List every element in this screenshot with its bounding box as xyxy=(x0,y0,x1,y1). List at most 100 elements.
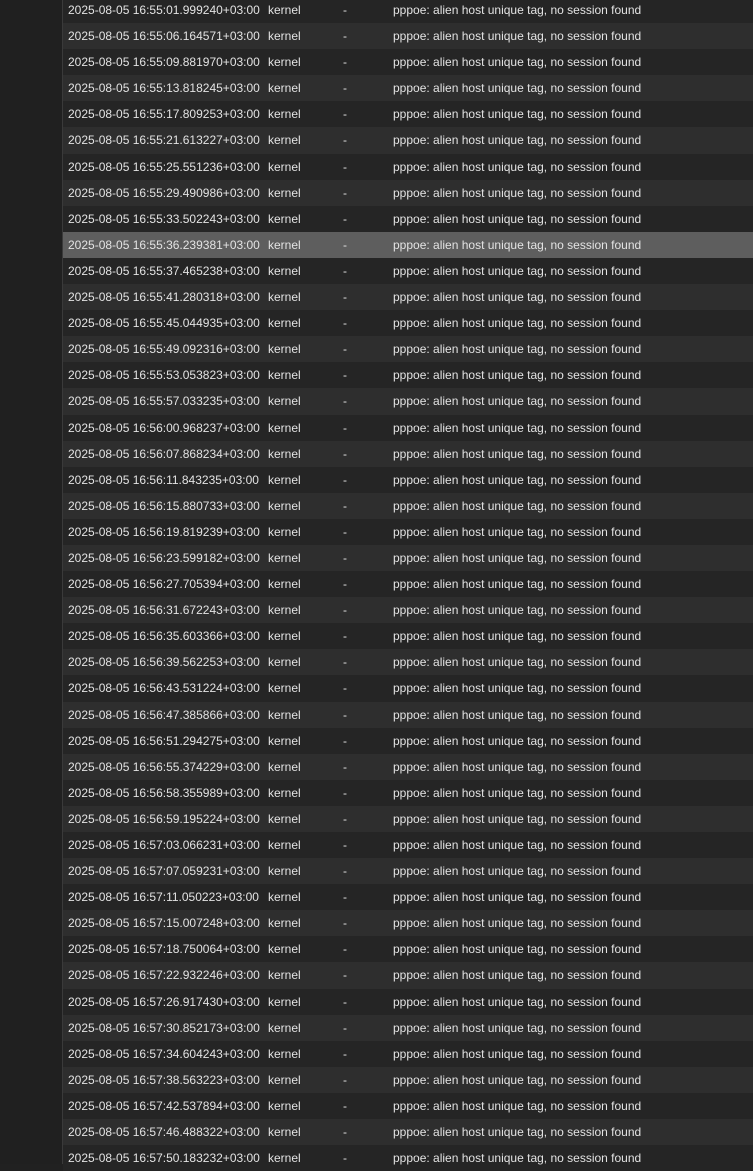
log-pid: - xyxy=(343,1020,347,1035)
log-row[interactable]: 2025-08-05 16:57:11.050223+03:00 kernel - p… xyxy=(63,884,753,911)
log-row[interactable]: 2025-08-05 16:56:35.603366+03:00 kernel - p… xyxy=(63,623,753,650)
log-row[interactable]: 2025-08-05 16:57:34.604243+03:00 kernel - p… xyxy=(63,1040,753,1067)
log-row[interactable]: 2025-08-05 16:55:45.044935+03:00 kernel - p… xyxy=(63,310,753,337)
log-row[interactable]: 2025-08-05 16:56:55.374229+03:00 kernel - p… xyxy=(63,753,753,780)
log-time: 2025-08-05 16:57:42.537894+03:00 xyxy=(68,1098,260,1113)
log-time: 2025-08-05 16:55:09.881970+03:00 xyxy=(68,55,260,70)
log-row[interactable]: 2025-08-05 16:56:31.672243+03:00 kernel - p… xyxy=(63,597,753,624)
log-message: pppoe: alien host unique tag, no session… xyxy=(393,838,642,852)
log-process: kernel xyxy=(268,603,301,618)
log-process: kernel xyxy=(268,290,301,305)
log-row[interactable]: 2025-08-05 16:56:47.385866+03:00 kernel - p… xyxy=(63,701,753,728)
log-pid: - xyxy=(343,916,347,931)
log-row[interactable]: 2025-08-05 16:57:42.537894+03:00 kernel - p… xyxy=(63,1092,753,1120)
log-process: kernel xyxy=(268,811,301,826)
log-pid: - xyxy=(343,655,347,670)
log-message: pppoe: alien host unique tag, no session… xyxy=(393,707,642,722)
log-pid: - xyxy=(343,107,347,122)
log-pid: - xyxy=(343,420,347,435)
log-message: pppoe: alien host unique tag, no session… xyxy=(393,237,642,252)
log-message: pppoe: alien host unique tag, no session… xyxy=(393,394,642,409)
log-row[interactable]: 2025-08-05 16:55:06.164571+03:00 kernel - p… xyxy=(63,23,753,50)
log-process: kernel xyxy=(268,785,301,800)
log-row[interactable]: 2025-08-05 16:56:58.355989+03:00 kernel - p… xyxy=(63,779,753,806)
log-process: kernel xyxy=(268,472,301,487)
log-row[interactable]: 2025-08-05 16:55:49.092316+03:00 kernel - p… xyxy=(63,336,753,363)
log-time: 2025-08-05 16:55:29.490986+03:00 xyxy=(68,185,260,200)
log-row[interactable]: 2025-08-05 16:57:26.917430+03:00 kernel - p… xyxy=(63,988,753,1015)
log-pid: - xyxy=(343,237,347,252)
log-row[interactable]: 2025-08-05 16:55:53.053823+03:00 kernel - p… xyxy=(63,362,753,389)
log-row[interactable]: 2025-08-05 16:57:22.932246+03:00 kernel - p… xyxy=(63,962,753,989)
log-process: kernel xyxy=(268,81,301,96)
log-row[interactable]: 2025-08-05 16:55:57.033235+03:00 kernel - p… xyxy=(63,388,753,415)
log-row[interactable]: 2025-08-05 16:55:41.280318+03:00 kernel - p… xyxy=(63,284,753,311)
log-row[interactable]: 2025-08-05 16:55:33.502243+03:00 kernel - p… xyxy=(63,205,753,232)
log-row[interactable]: 2025-08-05 16:57:03.066231+03:00 kernel - p… xyxy=(63,832,753,859)
log-pid: - xyxy=(343,968,347,983)
log-row[interactable]: 2025-08-05 16:55:37.465238+03:00 kernel - p… xyxy=(63,257,753,285)
log-row[interactable]: 2025-08-05 16:55:29.490986+03:00 kernel - p… xyxy=(63,179,753,206)
log-process: kernel xyxy=(268,159,301,174)
log-row[interactable]: 2025-08-05 16:56:43.531224+03:00 kernel - p… xyxy=(63,675,753,702)
log-pid: - xyxy=(343,785,347,800)
log-process: kernel xyxy=(268,133,301,148)
log-message: pppoe: alien host unique tag, no session… xyxy=(393,942,642,957)
log-row[interactable]: 2025-08-05 16:56:51.294275+03:00 kernel - p… xyxy=(63,727,753,754)
log-row[interactable]: 2025-08-05 16:56:27.705394+03:00 kernel - p… xyxy=(63,571,753,598)
log-row[interactable]: 2025-08-05 16:57:38.563223+03:00 kernel - p… xyxy=(63,1066,753,1093)
log-process: kernel xyxy=(268,838,301,852)
log-row[interactable]: 2025-08-05 16:56:07.868234+03:00 kernel - p… xyxy=(63,440,753,467)
log-message: pppoe: alien host unique tag, no session… xyxy=(393,263,642,278)
log-pid: - xyxy=(343,1125,347,1140)
log-pid: - xyxy=(343,603,347,618)
log-row[interactable]: 2025-08-05 16:55:17.809253+03:00 kernel - p… xyxy=(63,101,753,128)
log-time: 2025-08-05 16:57:34.604243+03:00 xyxy=(68,1046,260,1061)
log-row[interactable]: 2025-08-05 16:55:13.818245+03:00 kernel - p… xyxy=(63,75,753,102)
log-pid: - xyxy=(343,55,347,70)
log-message: pppoe: alien host unique tag, no session… xyxy=(393,681,642,696)
log-message: pppoe: alien host unique tag, no session… xyxy=(393,342,642,357)
log-row[interactable]: 2025-08-05 16:56:19.819239+03:00 kernel - p… xyxy=(63,518,753,545)
log-row[interactable]: 2025-08-05 16:55:01.999240+03:00 kernel - p… xyxy=(63,0,753,24)
log-pid: - xyxy=(343,1098,347,1113)
log-message: pppoe: alien host unique tag, no session… xyxy=(393,1098,642,1113)
log-pid: - xyxy=(343,1046,347,1061)
log-row[interactable]: 2025-08-05 16:57:18.750064+03:00 kernel - p… xyxy=(63,936,753,963)
log-row[interactable]: 2025-08-05 16:57:30.852173+03:00 kernel - p… xyxy=(63,1014,753,1041)
log-process: kernel xyxy=(268,681,301,696)
log-pid: - xyxy=(343,159,347,174)
log-row[interactable]: 2025-08-05 16:56:15.880733+03:00 kernel - p… xyxy=(63,492,753,519)
log-process: kernel xyxy=(268,316,301,331)
log-row[interactable]: 2025-08-05 16:55:25.551236+03:00 kernel - p… xyxy=(63,153,753,180)
log-row[interactable]: 2025-08-05 16:56:00.968237+03:00 kernel - p… xyxy=(63,414,753,441)
log-message: pppoe: alien host unique tag, no session… xyxy=(393,81,642,96)
log-row[interactable]: 2025-08-05 16:56:11.843235+03:00 kernel - p… xyxy=(63,466,753,493)
log-pid: - xyxy=(343,524,347,539)
log-process: kernel xyxy=(268,498,301,513)
log-row[interactable]: 2025-08-05 16:57:46.488322+03:00 kernel - p… xyxy=(63,1119,753,1146)
log-row[interactable]: 2025-08-05 16:57:15.007248+03:00 kernel - p… xyxy=(63,910,753,937)
log-message: pppoe: alien host unique tag, no session… xyxy=(393,290,642,305)
log-row[interactable]: 2025-08-05 16:55:21.613227+03:00 kernel - p… xyxy=(63,127,753,154)
log-row[interactable]: 2025-08-05 16:56:39.562253+03:00 kernel - p… xyxy=(63,649,753,676)
log-process: kernel xyxy=(268,1072,301,1087)
log-row[interactable]: 2025-08-05 16:57:50.183232+03:00 kernel - p… xyxy=(63,1145,753,1171)
log-process: kernel xyxy=(268,890,301,905)
log-row[interactable]: 2025-08-05 16:56:59.195224+03:00 kernel - p… xyxy=(63,805,753,832)
log-process: kernel xyxy=(268,916,301,931)
log-row[interactable]: 2025-08-05 16:57:07.059231+03:00 kernel - p… xyxy=(63,858,753,885)
log-message: pppoe: alien host unique tag, no session… xyxy=(393,1046,642,1061)
log-process: kernel xyxy=(268,524,301,539)
log-message: pppoe: alien host unique tag, no session… xyxy=(393,603,642,618)
log-row[interactable]: 2025-08-05 16:56:23.599182+03:00 kernel - p… xyxy=(63,544,753,572)
log-time: 2025-08-05 16:55:21.613227+03:00 xyxy=(68,133,260,148)
log-row[interactable]: 2025-08-05 16:55:36.239381+03:00 kernel - p… xyxy=(63,231,753,258)
log-time: 2025-08-05 16:56:47.385866+03:00 xyxy=(68,707,260,722)
log-row[interactable]: 2025-08-05 16:55:09.881970+03:00 kernel - p… xyxy=(63,49,753,76)
log-pid: - xyxy=(343,707,347,722)
log-process: kernel xyxy=(268,1020,301,1035)
log-message: pppoe: alien host unique tag, no session… xyxy=(393,107,642,122)
log-message: pppoe: alien host unique tag, no session… xyxy=(393,785,642,800)
log-message: pppoe: alien host unique tag, no session… xyxy=(393,498,642,513)
